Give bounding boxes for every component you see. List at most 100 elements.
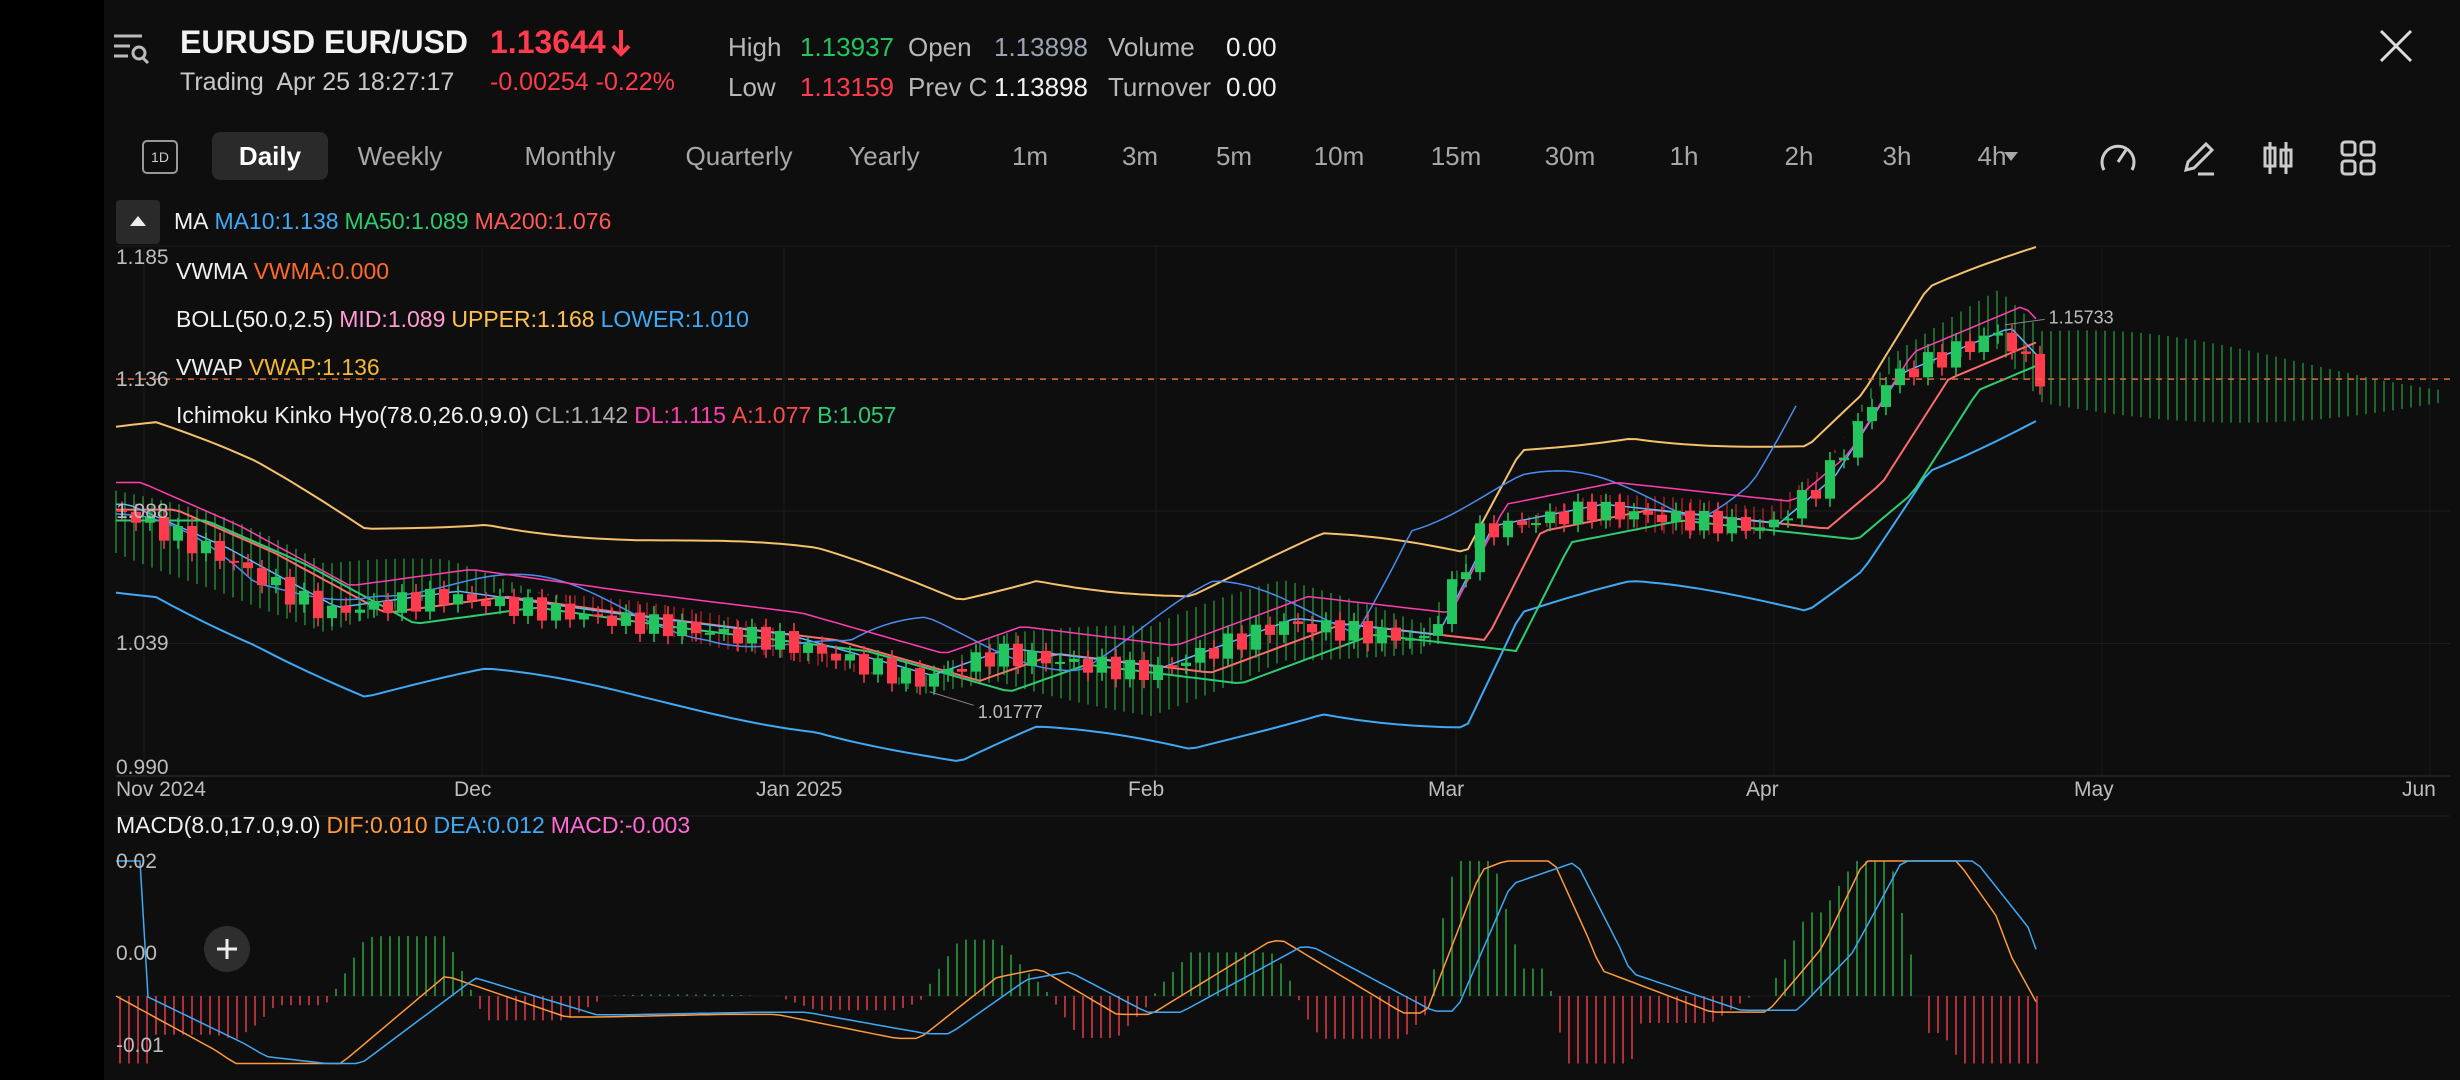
candle-body bbox=[1321, 620, 1331, 633]
candle-body bbox=[467, 594, 477, 601]
timeframe-30m[interactable]: 30m bbox=[1524, 132, 1616, 180]
macd-axis-top: 0.02 bbox=[116, 850, 157, 873]
candle-body bbox=[1223, 633, 1233, 659]
candle-body bbox=[173, 525, 183, 541]
timeframe-2h[interactable]: 2h bbox=[1764, 132, 1834, 180]
ma-legend[interactable]: MA MA10:1.138 MA50:1.089 MA200:1.076 bbox=[174, 208, 617, 235]
timeframe-5m[interactable]: 5m bbox=[1196, 132, 1272, 180]
candle-body bbox=[775, 631, 785, 650]
candle-body bbox=[1405, 638, 1415, 641]
close-icon[interactable] bbox=[2378, 28, 2414, 64]
grid-icon[interactable] bbox=[2338, 138, 2378, 178]
pen-icon[interactable] bbox=[2178, 138, 2218, 178]
candle-body bbox=[1461, 572, 1471, 580]
candle-body bbox=[1979, 335, 1989, 353]
candle-body bbox=[957, 668, 967, 672]
ichimoku-label: Ichimoku Kinko Hyo(78.0,26.0,9.0) bbox=[176, 402, 529, 428]
candle-body bbox=[1559, 511, 1569, 525]
candle-body bbox=[1881, 385, 1891, 408]
vwma-value: VWMA:0.000 bbox=[253, 258, 390, 284]
candle-body bbox=[817, 644, 827, 654]
ichimoku-cl: CL:1.142 bbox=[534, 402, 629, 428]
change-abs: -0.00254 bbox=[490, 68, 589, 96]
time-label-5: Apr bbox=[1746, 778, 1779, 801]
candle-body bbox=[495, 596, 505, 607]
candle-body bbox=[1335, 620, 1345, 641]
chevron-down-icon[interactable] bbox=[2004, 152, 2018, 162]
candles-icon[interactable] bbox=[2258, 138, 2298, 178]
timeframe-15m[interactable]: 15m bbox=[1418, 132, 1494, 180]
candle-body bbox=[1909, 368, 1919, 378]
candle-body bbox=[873, 658, 883, 675]
candle-body bbox=[607, 615, 617, 626]
candle-body bbox=[383, 601, 393, 613]
macd-value: MACD:-0.003 bbox=[550, 812, 691, 838]
vwma-legend[interactable]: VWMA VWMA:0.000 bbox=[176, 258, 395, 285]
timeframe-3m[interactable]: 3m bbox=[1102, 132, 1178, 180]
quote-header: EURUSD EUR/USD 1.13644 Trading Apr 25 18… bbox=[104, 0, 2460, 130]
candle-body bbox=[1573, 501, 1583, 525]
candle-body bbox=[397, 592, 407, 613]
candle-body bbox=[1209, 647, 1219, 659]
open-label: Open bbox=[908, 32, 972, 62]
candle-body bbox=[1237, 633, 1247, 650]
candle-body bbox=[1055, 661, 1065, 664]
low-label: Low bbox=[728, 72, 776, 102]
candle-body bbox=[1741, 517, 1751, 531]
price-axis-mid: 1.088 bbox=[116, 500, 169, 523]
timeframe-monthly[interactable]: Monthly bbox=[504, 132, 636, 180]
candle-body bbox=[691, 621, 701, 634]
timeframe-1m[interactable]: 1m bbox=[992, 132, 1068, 180]
candle-body bbox=[1895, 368, 1905, 386]
candle-body bbox=[1013, 643, 1023, 666]
candle-body bbox=[831, 653, 841, 661]
candle-body bbox=[1853, 421, 1863, 458]
candle-body bbox=[551, 603, 561, 621]
time-label-1: Dec bbox=[454, 778, 492, 801]
candle-body bbox=[1727, 517, 1737, 534]
timeframe-3h[interactable]: 3h bbox=[1862, 132, 1932, 180]
candle-body bbox=[481, 600, 491, 607]
candle-body bbox=[1125, 659, 1135, 680]
candle-body bbox=[1349, 621, 1359, 641]
candle-body bbox=[1685, 510, 1695, 531]
timeframe-10m[interactable]: 10m bbox=[1296, 132, 1382, 180]
timeframe-quarterly[interactable]: Quarterly bbox=[664, 132, 814, 180]
candle-body bbox=[1657, 514, 1667, 523]
add-indicator-button[interactable] bbox=[204, 926, 250, 972]
status-datetime: Apr 25 18:27:17 bbox=[276, 68, 455, 96]
timeframe-1h[interactable]: 1h bbox=[1654, 132, 1714, 180]
turnover-label: Turnover bbox=[1108, 72, 1212, 102]
candle-body bbox=[341, 605, 351, 613]
candle-body bbox=[1391, 627, 1401, 641]
candle-body bbox=[859, 654, 869, 675]
candle-body bbox=[649, 614, 659, 634]
candle-body bbox=[1587, 501, 1597, 521]
left-gutter bbox=[0, 0, 104, 1080]
candle-body bbox=[1363, 621, 1373, 644]
timeframe-yearly[interactable]: Yearly bbox=[824, 132, 944, 180]
boll-legend[interactable]: BOLL(50.0,2.5) MID:1.089 UPPER:1.168 LOWER:… bbox=[176, 306, 755, 333]
ma200-value: MA200:1.076 bbox=[474, 208, 612, 234]
time-label-6: May bbox=[2074, 778, 2114, 801]
candle-body bbox=[1503, 520, 1513, 538]
chart-mode-button[interactable]: 1D bbox=[142, 140, 178, 174]
candle-body bbox=[915, 668, 925, 687]
menu-search-icon[interactable] bbox=[112, 28, 152, 68]
candle-body bbox=[1167, 665, 1177, 668]
timeframe-weekly[interactable]: Weekly bbox=[334, 132, 466, 180]
gauge-icon[interactable] bbox=[2098, 138, 2138, 178]
trading-status: Trading Apr 25 18:27:17 bbox=[180, 68, 454, 97]
candle-body bbox=[257, 568, 267, 586]
ichimoku-legend[interactable]: Ichimoku Kinko Hyo(78.0,26.0,9.0) CL:1.14… bbox=[176, 402, 902, 429]
turnover-value: 0.00 bbox=[1226, 72, 1277, 102]
time-label-0: Nov 2024 bbox=[116, 778, 206, 801]
last-price: 1.13644 bbox=[490, 24, 606, 60]
macd-legend[interactable]: MACD(8.0,17.0,9.0) DIF:0.010 DEA:0.012 MACD… bbox=[116, 812, 696, 839]
candle-body bbox=[663, 614, 673, 637]
candle-body bbox=[299, 590, 309, 605]
timeframe-daily[interactable]: Daily bbox=[212, 132, 328, 180]
candle-body bbox=[635, 612, 645, 634]
vwap-legend[interactable]: VWAP VWAP:1.136 bbox=[176, 354, 386, 381]
vwma-label: VWMA bbox=[176, 258, 248, 284]
